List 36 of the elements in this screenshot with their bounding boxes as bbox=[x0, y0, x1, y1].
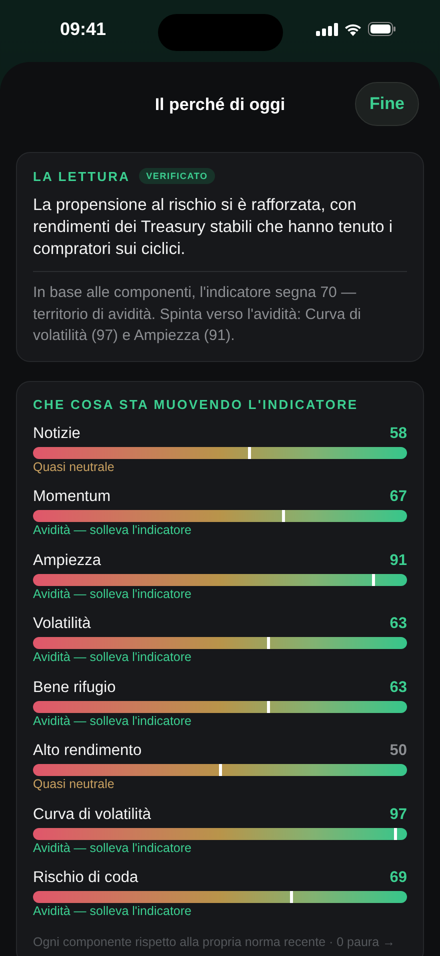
driver-score: 58 bbox=[390, 424, 407, 442]
driver-note: Avidità — solleva l'indicatore bbox=[33, 840, 192, 854]
driver-note: Avidità — solleva l'indicatore bbox=[33, 586, 192, 600]
driver-name: Momentum bbox=[33, 488, 111, 506]
driver-name: Alto rendimento bbox=[33, 742, 142, 760]
summary-text: La propensione al rischio si è rafforzata, con rendimenti dei Treasury stabili che hanno tenuto i compratori sui ciclici. bbox=[33, 195, 394, 260]
driver-name: Bene rifugio bbox=[33, 678, 116, 696]
wifi-icon bbox=[344, 22, 362, 36]
footnote: Ogni componente rispetto alla propria norma recente · 0 paura → bbox=[33, 934, 396, 950]
driver-note: Avidità — solleva l'indicatore bbox=[33, 714, 192, 728]
driver-score: 69 bbox=[390, 869, 407, 887]
driver-name: Notizie bbox=[33, 424, 80, 442]
detail-text: In base alle componenti, l'indicatore segna 70 — territorio di avidità. Spinta verso l'avidità: Curva di volatilità (97) e Ampiezza (91). bbox=[33, 283, 362, 346]
driver-score: 63 bbox=[390, 678, 407, 696]
status-time: 09:41 bbox=[60, 18, 106, 40]
driver-name: Curva di volatilità bbox=[33, 806, 152, 824]
driver-name: Rischio di coda bbox=[33, 869, 138, 887]
driver-note: Quasi neutrale bbox=[33, 777, 116, 791]
signal-icon bbox=[316, 22, 338, 36]
driver-score: 67 bbox=[390, 488, 407, 506]
battery-icon bbox=[368, 22, 396, 36]
done-button[interactable]: Fine bbox=[355, 82, 419, 126]
driver-score: 63 bbox=[390, 615, 407, 633]
driver-name: Ampiezza bbox=[33, 552, 102, 570]
section-label: LA LETTURA bbox=[33, 168, 130, 184]
driver-score: 97 bbox=[390, 806, 407, 824]
driver-note: Quasi neutrale bbox=[33, 460, 116, 474]
driver-score: 91 bbox=[390, 552, 407, 570]
section-label: CHE COSA STA MUOVENDO L'INDICATORE bbox=[33, 396, 358, 412]
verified-badge: VERIFICATO bbox=[139, 168, 215, 184]
sheet-title: Il perché di oggi bbox=[154, 94, 286, 114]
driver-name: Volatilità bbox=[33, 615, 91, 633]
driver-note: Avidità — solleva l'indicatore bbox=[33, 523, 192, 537]
driver-score: 50 bbox=[390, 742, 407, 760]
driver-note: Avidità — solleva l'indicatore bbox=[33, 650, 192, 664]
driver-note: Avidità — solleva l'indicatore bbox=[33, 904, 192, 918]
